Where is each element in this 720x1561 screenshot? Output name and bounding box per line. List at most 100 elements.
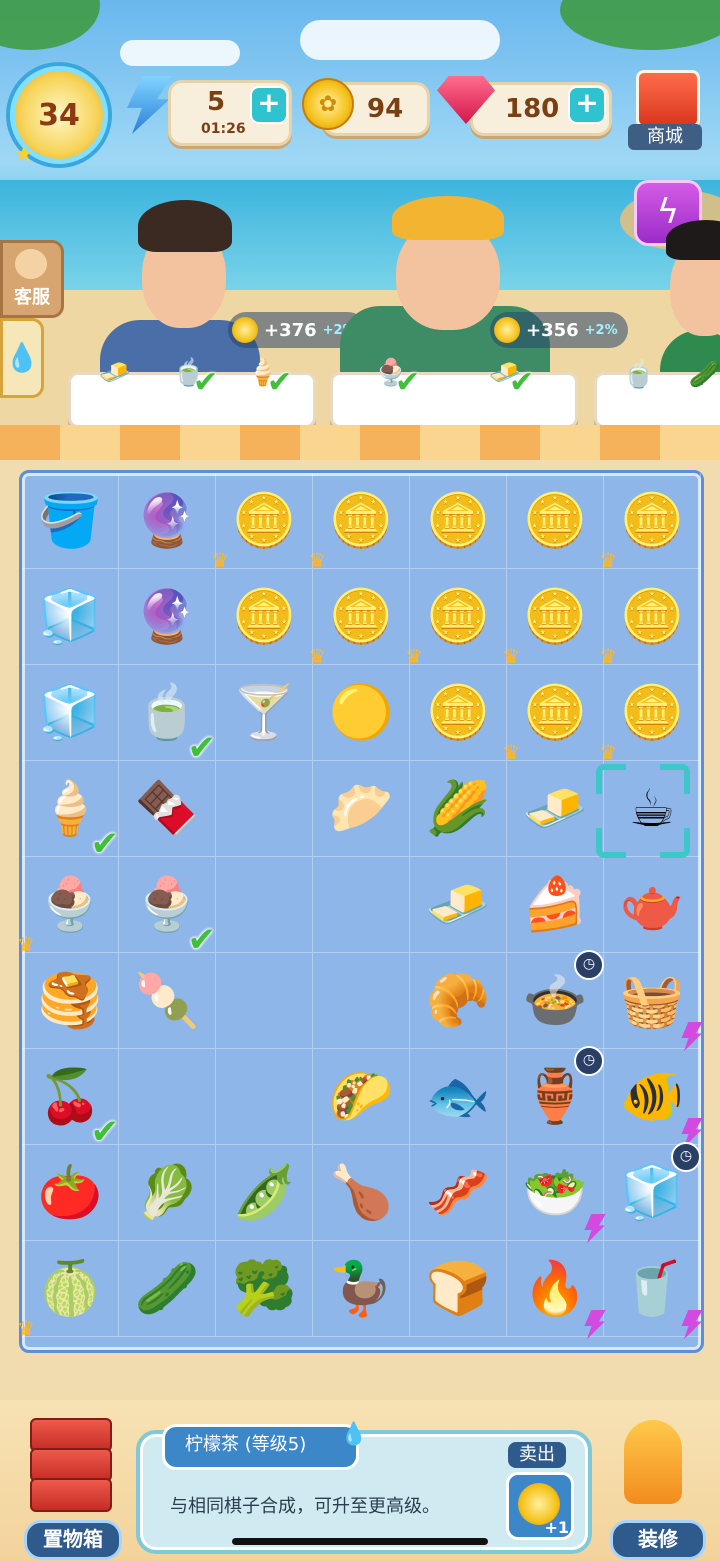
board-cell[interactable]: 🪣 <box>22 473 119 569</box>
pork-roll-icon[interactable]: 🥓 <box>421 1156 495 1230</box>
board-cell[interactable]: 🥐 <box>410 953 507 1049</box>
ice-cream-cone-check-icon[interactable]: 🍦 ✔ <box>33 772 119 864</box>
board-cell[interactable] <box>216 953 313 1049</box>
storage-box-button[interactable] <box>20 1412 116 1518</box>
board-cell[interactable]: 🪙 ♛ <box>211 473 313 572</box>
corn-steamer-icon[interactable]: 🥟 <box>324 772 398 846</box>
board-cell[interactable]: 🪙 ♛ <box>502 665 604 764</box>
board-cell[interactable]: 🧈 <box>507 761 604 857</box>
merge-board[interactable]: 🪣 🔮 🪙 ♛ 🪙 ♛ 🪙 🪙 🪙 ♛ 🧊 🔮 🪙 🪙 ♛ 🪙 ♛ 🪙 ♛ 🪙 ♛ 🧊 🍵 ✔ 🍸 🟡 🪙 🪙 ♛ 🪙 ♛ 🍦 ✔ 🍫 🥟 🌽 🧈 ☕ 🍨 ♛… <box>17 470 704 1353</box>
ice-bucket-icon[interactable]: 🪣 <box>33 484 107 558</box>
decorate-button[interactable] <box>604 1420 704 1530</box>
coin-pile-crown-icon[interactable]: 🪙 ♛ <box>211 484 301 572</box>
taco-icon[interactable]: 🌮 <box>324 1060 398 1134</box>
board-cell[interactable]: 🧊 ◷ <box>604 1141 701 1241</box>
board-cell[interactable]: 🪙 <box>410 665 507 761</box>
board-cell[interactable]: 🪙 ♛ <box>599 665 701 764</box>
board-cell[interactable]: 🍫 <box>119 761 216 857</box>
chocolate-dessert-icon[interactable]: 🍫 <box>130 772 204 846</box>
board-cell[interactable]: 🍅 <box>22 1145 119 1241</box>
ice-bowl-icon[interactable]: 🧊 <box>33 580 107 654</box>
bun-icon[interactable]: 🥐 <box>421 964 495 1038</box>
tomato-icon[interactable]: 🍅 <box>33 1156 107 1230</box>
ice-machine-timer-icon[interactable]: 🧊 ◷ <box>615 1141 701 1230</box>
coin-pile-crown-icon[interactable]: 🪙 ♛ <box>308 580 398 668</box>
cocktail-glass-icon[interactable]: 🍸 <box>227 676 301 750</box>
board-cell[interactable]: 🌮 <box>313 1049 410 1145</box>
cherry-basket-bolt-icon[interactable]: 🧺 <box>615 964 703 1052</box>
board-cell[interactable]: 🍦 ✔ <box>22 761 119 864</box>
board-cell[interactable]: 🍵 ✔ <box>119 665 216 768</box>
pancake-roller-icon[interactable]: 🥞 <box>33 964 107 1038</box>
board-cell[interactable]: 🪙 ♛ <box>405 569 507 668</box>
tofu-dish-icon[interactable]: 🧈 <box>518 772 592 846</box>
board-cell[interactable]: 🍈 ♛ <box>17 1241 119 1340</box>
board-cell[interactable]: 🧈 <box>410 857 507 953</box>
board-cell[interactable]: 🧊 <box>22 665 119 761</box>
board-cell[interactable]: 🐠 <box>604 1049 703 1148</box>
customer-service-button[interactable]: 客服 <box>0 240 64 318</box>
teapot-icon[interactable]: 🫖 <box>615 868 689 942</box>
single-coin-icon[interactable]: 🟡 <box>324 676 398 750</box>
board-cell[interactable]: 🪙 <box>507 473 604 569</box>
board-cell[interactable] <box>313 857 410 953</box>
shop-button[interactable]: 商城 <box>628 70 702 152</box>
board-cell[interactable]: 🪙 ♛ <box>599 473 701 572</box>
add-gems-button[interactable]: + <box>568 86 606 124</box>
water-drop-button[interactable]: 💧 <box>0 318 44 398</box>
roast-duck-icon[interactable]: 🦆 <box>324 1252 398 1326</box>
red-potion-orb-icon[interactable]: 🔮 <box>130 484 204 558</box>
veggie-basket-bolt-icon[interactable]: 🥗 <box>518 1156 606 1244</box>
board-cell[interactable]: 🍨 ♛ <box>17 857 119 956</box>
popsicle-icon[interactable]: 🍡 <box>130 964 204 1038</box>
lime-crown-icon[interactable]: 🍈 ♛ <box>17 1252 107 1340</box>
board-cell[interactable] <box>119 1049 216 1145</box>
coin-pile-crown-icon[interactable]: 🪙 ♛ <box>599 676 689 764</box>
ice-cream-bowl-check-icon[interactable]: 🍨 ✔ <box>130 868 216 960</box>
board-cell[interactable]: 🐟 <box>410 1049 507 1145</box>
lemon-tea-check-icon[interactable]: 🍵 ✔ <box>130 676 216 768</box>
board-cell[interactable]: 🟡 <box>313 665 410 761</box>
board-cell[interactable] <box>216 857 313 953</box>
board-cell[interactable]: 🦆 <box>313 1241 410 1337</box>
fire-basket-bolt-icon[interactable]: 🔥 <box>518 1252 606 1340</box>
board-cell[interactable]: 🪙 <box>216 569 313 665</box>
clay-pot-timer-icon[interactable]: 🏺 ◷ <box>518 1045 604 1134</box>
board-cell[interactable]: 🍸 <box>216 665 313 761</box>
blender-bolt-icon[interactable]: 🥤 <box>615 1252 703 1340</box>
board-cell[interactable]: 🥞 <box>22 953 119 1049</box>
board-cell[interactable]: 🌽 <box>410 761 507 857</box>
board-cell[interactable]: 🫛 <box>216 1145 313 1241</box>
board-cell[interactable]: 🍲 ◷ <box>507 949 604 1049</box>
board-cell[interactable] <box>313 953 410 1049</box>
okra-icon[interactable]: 🥒 <box>130 1252 204 1326</box>
ice-cubes-icon[interactable]: 🧊 <box>33 676 107 750</box>
board-cell[interactable]: 🏺 ◷ <box>507 1045 604 1145</box>
cabbage-icon[interactable]: 🥬 <box>130 1156 204 1230</box>
coin-pile-crown-icon[interactable]: 🪙 ♛ <box>405 580 495 668</box>
soup-pot-timer-icon[interactable]: 🍲 ◷ <box>518 949 604 1038</box>
coin-pile-crown-icon[interactable]: 🪙 ♛ <box>599 580 689 668</box>
coin-stack-icon[interactable]: 🪙 <box>227 580 301 654</box>
coin-pile-crown-icon[interactable]: 🪙 ♛ <box>308 484 398 572</box>
board-cell[interactable]: 🍰 <box>507 857 604 953</box>
board-cell[interactable]: 🍨 ✔ <box>119 857 216 960</box>
board-cell[interactable]: 🥒 <box>119 1241 216 1337</box>
board-cell[interactable]: 🪙 ♛ <box>502 569 604 668</box>
board-cell[interactable]: 🫖 <box>604 857 701 953</box>
roast-chicken-icon[interactable]: 🍗 <box>324 1156 398 1230</box>
board-cell[interactable]: 🍞 <box>410 1241 507 1337</box>
board-cell[interactable]: 🥟 <box>313 761 410 857</box>
board-cell[interactable]: 🍡 <box>119 953 216 1049</box>
board-cell[interactable] <box>216 1049 313 1145</box>
home-indicator[interactable] <box>232 1538 488 1545</box>
board-cell[interactable]: 🔥 <box>507 1241 606 1340</box>
board-cell[interactable] <box>216 761 313 857</box>
board-cell[interactable]: 🔮 <box>119 569 216 665</box>
coin-pile-icon[interactable]: 🪙 <box>421 484 495 558</box>
fishbowl-bolt-icon[interactable]: 🐠 <box>615 1060 703 1148</box>
board-cell[interactable]: 🥓 <box>410 1145 507 1241</box>
board-cell[interactable]: 🔮 <box>119 473 216 569</box>
broccoli-icon[interactable]: 🥦 <box>227 1252 301 1326</box>
tofu-icon[interactable]: 🧈 <box>421 868 495 942</box>
